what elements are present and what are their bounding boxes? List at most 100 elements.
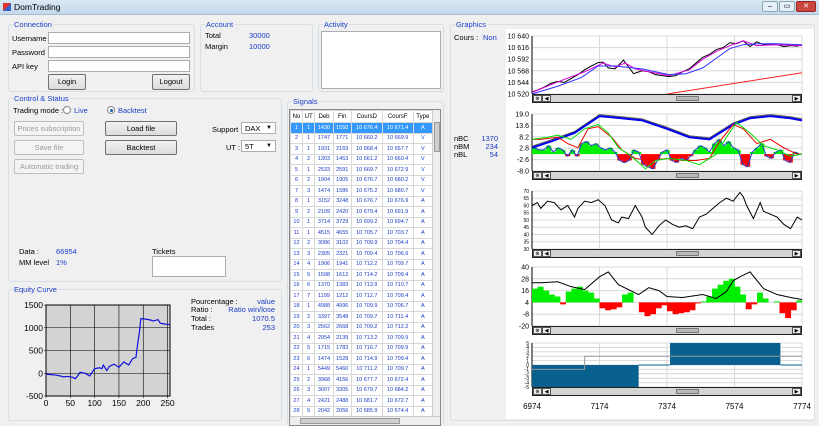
histogram-bar	[645, 302, 651, 316]
y-tick-label: 1000	[24, 323, 43, 333]
y-tick-label: 30	[523, 247, 529, 253]
zoom-reset-icon[interactable]: ⊗	[533, 250, 542, 257]
histogram-bar	[650, 302, 656, 314]
y-tick-label: 28	[521, 276, 529, 283]
y-tick-label: 4	[525, 300, 529, 307]
histogram-bar	[695, 302, 701, 303]
y-tick-label: 19.0	[515, 111, 529, 118]
histogram-bar	[622, 295, 628, 303]
y-tick-label: 60	[523, 203, 529, 209]
x-tick-label: 100	[88, 398, 102, 408]
y-tick-label: 10 592	[508, 57, 530, 64]
x-tick-label: 6974	[523, 402, 541, 411]
x-tick-label: 0	[44, 398, 49, 408]
x-tick-label: 200	[136, 398, 150, 408]
histogram-bar	[549, 295, 555, 303]
scroll-thumb[interactable]	[676, 173, 699, 178]
histogram-bar	[785, 302, 791, 318]
histogram-bar	[763, 298, 769, 302]
y-tick-label: 10 520	[508, 91, 530, 98]
histogram-bar	[639, 302, 645, 312]
histogram-bar	[605, 302, 611, 310]
scroll-right-button[interactable]: ▶	[792, 95, 801, 102]
scroll-right-button[interactable]: ▶	[792, 172, 801, 179]
zoom-reset-icon[interactable]: ⊗	[533, 172, 542, 179]
y-tick-label: 40	[521, 264, 529, 271]
histogram-bar	[746, 302, 752, 309]
y-tick-label: 65	[523, 196, 529, 202]
x-tick-label: 7374	[658, 402, 676, 411]
y-tick-label: 13.6	[515, 123, 529, 130]
x-tick-label: 7174	[591, 402, 609, 411]
histogram-bar	[667, 302, 673, 311]
y-tick-label: 35	[523, 240, 529, 246]
x-tick-label: 250	[160, 398, 174, 408]
scroll-left-button[interactable]: ◀	[542, 95, 551, 102]
x-tick-label: 50	[66, 398, 76, 408]
histogram-bar	[774, 301, 780, 302]
histogram-bar	[616, 302, 622, 307]
y-tick-label: 45	[523, 225, 529, 231]
scroll-left-button[interactable]: ◀	[542, 172, 551, 179]
scroll-right-button[interactable]: ▶	[792, 250, 801, 257]
zoom-reset-icon[interactable]: ⊗	[533, 327, 542, 334]
scroll-left-button[interactable]: ◀	[542, 250, 551, 257]
scroll-thumb[interactable]	[676, 389, 699, 394]
histogram-bar	[740, 295, 746, 303]
histogram-bar	[712, 289, 718, 303]
chart-panel-price: 10 52010 54410 56810 59210 61610 640	[508, 33, 802, 98]
histogram-bar	[600, 302, 606, 308]
y-tick-label: 0	[38, 368, 43, 378]
y-tick-label: 2.8	[519, 146, 529, 153]
y-tick-label: -8	[523, 312, 529, 319]
histogram-bar	[532, 289, 538, 303]
zoom-reset-icon[interactable]: ⊗	[533, 388, 542, 395]
histogram-bar	[594, 298, 600, 302]
y-tick-label: 40	[523, 232, 529, 238]
histogram-bar	[701, 301, 707, 302]
histogram-bar	[678, 302, 684, 313]
chart-panel-oscillator: -8.0-2.62.88.213.619.0	[515, 111, 802, 175]
chart-scrollbar-price[interactable]: ⊗◀ ▶	[532, 94, 802, 103]
scroll-right-button[interactable]: ▶	[792, 388, 801, 395]
scroll-left-button[interactable]: ◀	[542, 388, 551, 395]
chart-scrollbar-position[interactable]: ⊗◀ ▶	[532, 387, 802, 396]
y-tick-label: 16	[521, 288, 529, 295]
chart-panel-momentum: -20 -8 4 16 28 40	[519, 264, 802, 330]
histogram-bar	[703, 148, 708, 154]
y-tick-label: 10 568	[508, 68, 530, 75]
histogram-bar	[560, 302, 566, 304]
y-tick-label: 50	[523, 218, 529, 224]
x-tick-label: 7574	[726, 402, 744, 411]
histogram-bar	[537, 150, 542, 154]
histogram-bar	[721, 146, 726, 154]
histogram-bar	[757, 293, 763, 303]
zoom-reset-icon[interactable]: ⊗	[533, 95, 542, 102]
histogram-bar	[656, 302, 662, 308]
histogram-bar	[735, 287, 741, 303]
scroll-thumb[interactable]	[676, 96, 699, 101]
y-tick-label: 8.2	[519, 134, 529, 141]
histogram-bar	[628, 293, 634, 303]
position-block	[532, 365, 639, 387]
chart-scrollbar-oscillator[interactable]: ⊗◀ ▶	[532, 171, 802, 180]
scroll-left-button[interactable]: ◀	[542, 327, 551, 334]
position-block	[670, 343, 780, 365]
histogram-bar	[673, 302, 679, 314]
scroll-right-button[interactable]: ▶	[792, 327, 801, 334]
scroll-thumb[interactable]	[676, 328, 699, 333]
y-tick-label: 10 544	[508, 80, 530, 87]
y-tick-label: 10 640	[508, 33, 530, 40]
chart-panel-rsi: 303540455055606570	[523, 189, 802, 253]
histogram-bar	[588, 293, 594, 303]
histogram-bar	[603, 150, 608, 154]
chart-scrollbar-rsi[interactable]: ⊗◀ ▶	[532, 249, 802, 258]
scroll-thumb[interactable]	[676, 251, 699, 256]
histogram-bar	[780, 302, 786, 313]
y-tick-label: 500	[29, 346, 43, 356]
histogram-bar	[566, 292, 572, 303]
chart-scrollbar-momentum[interactable]: ⊗◀ ▶	[532, 326, 802, 335]
y-tick-label: -20	[519, 323, 529, 330]
y-tick-label: 1500	[24, 300, 43, 310]
histogram-bar	[555, 297, 561, 303]
